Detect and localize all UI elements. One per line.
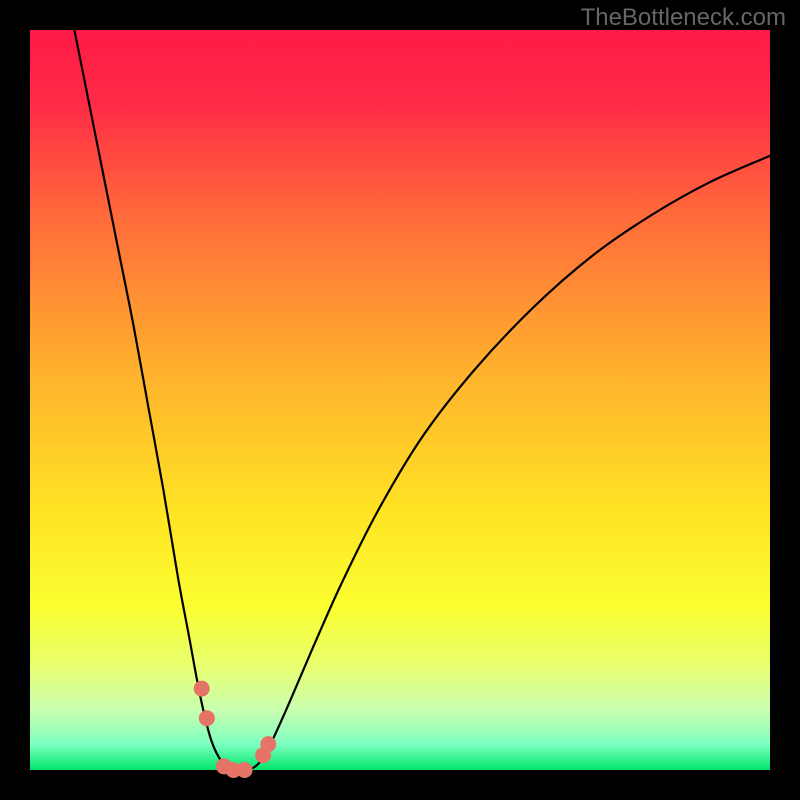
data-marker (260, 736, 276, 752)
data-marker (237, 762, 253, 778)
watermark-text: TheBottleneck.com (581, 4, 786, 32)
bottleneck-chart (0, 0, 800, 800)
data-marker (199, 710, 215, 726)
data-marker (194, 681, 210, 697)
chart-frame: TheBottleneck.com (0, 0, 800, 800)
plot-background (30, 30, 770, 770)
